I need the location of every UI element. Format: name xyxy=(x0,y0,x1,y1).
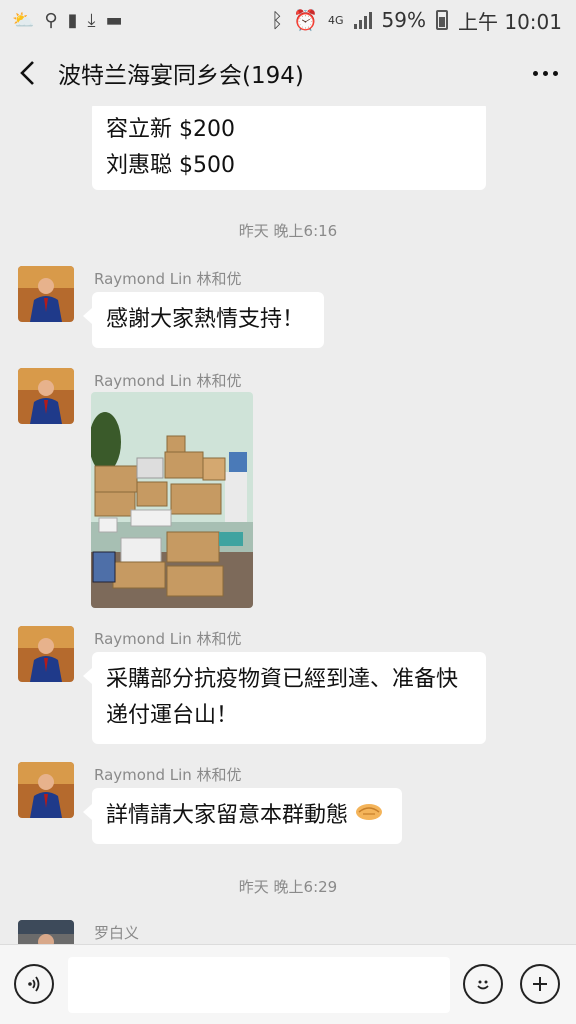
clock: 上午 10:01 xyxy=(458,9,562,34)
input-bar xyxy=(0,944,576,1024)
chat-title: 波特兰海宴同乡会(194) xyxy=(58,63,304,89)
emoji-icon[interactable] xyxy=(463,964,503,1004)
image-message[interactable] xyxy=(91,392,253,608)
avatar[interactable] xyxy=(18,368,74,424)
sender-name: Raymond Lin 林和优 xyxy=(94,766,242,784)
handshake-emoji xyxy=(355,798,383,834)
status-right-icons: ᛒ ⏰ 4G 59% 上午 10:01 xyxy=(271,6,562,35)
message-bubble[interactable]: 采購部分抗疫物資已經到達、准备快 递付運台山！ xyxy=(83,652,486,744)
search-icon: ⚲ xyxy=(44,9,58,31)
message-line: 采購部分抗疫物資已經到達、准备快 xyxy=(106,667,459,692)
message-line: 容立新 $200 xyxy=(106,117,235,142)
weather-icon: ⛅ xyxy=(12,9,35,31)
plus-icon[interactable] xyxy=(520,964,560,1004)
status-left-icons: ⛅ ⚲ ▮ ⤓ ▬ xyxy=(12,10,123,31)
message-input[interactable] xyxy=(68,957,450,1013)
sender-name: Raymond Lin 林和优 xyxy=(94,270,242,288)
chat-header: 波特兰海宴同乡会(194) xyxy=(0,40,576,106)
message-text: 詳情請大家留意本群動態 xyxy=(106,803,349,828)
battery-percent: 59% xyxy=(381,8,426,32)
status-bar: ⛅ ⚲ ▮ ⤓ ▬ ᛒ ⏰ 4G 59% 上午 10:01 xyxy=(0,0,576,40)
avatar[interactable] xyxy=(18,762,74,818)
voice-icon[interactable] xyxy=(14,964,54,1004)
avatar[interactable] xyxy=(18,920,74,944)
avatar[interactable] xyxy=(18,626,74,682)
message-text: 感謝大家熱情支持！ xyxy=(106,307,305,332)
message-bubble[interactable]: 容立新 $200 刘惠聪 $500 xyxy=(92,106,486,190)
battery-icon xyxy=(436,10,448,30)
network-label: 4G xyxy=(328,13,344,27)
back-arrow-icon[interactable] xyxy=(18,58,48,88)
sender-name: 罗白义 xyxy=(94,924,140,942)
download-icon: ⤓ xyxy=(87,9,96,31)
alarm-icon: ⏰ xyxy=(293,8,319,32)
bluetooth-icon: ᛒ xyxy=(271,8,284,32)
cup-icon: ▮ xyxy=(67,9,78,31)
message-bubble[interactable]: 感謝大家熱情支持！ xyxy=(83,292,324,348)
timestamp: 昨天 晚上6:16 xyxy=(238,222,338,240)
sender-name: Raymond Lin 林和优 xyxy=(94,372,242,390)
avatar[interactable] xyxy=(18,266,74,322)
message-line: 刘惠聪 $500 xyxy=(106,153,235,178)
message-bubble[interactable]: 詳情請大家留意本群動態 xyxy=(83,788,402,844)
chat-area[interactable]: 容立新 $200 刘惠聪 $500 昨天 晚上6:16 Raymond Lin … xyxy=(0,106,576,944)
message-line: 递付運台山！ xyxy=(106,703,239,728)
sender-name: Raymond Lin 林和优 xyxy=(94,630,242,648)
message-icon: ▬ xyxy=(105,9,123,31)
supplies-photo xyxy=(91,392,253,608)
timestamp: 昨天 晚上6:29 xyxy=(238,878,338,896)
signal-icon xyxy=(353,11,372,29)
more-dots-icon[interactable] xyxy=(533,70,558,76)
